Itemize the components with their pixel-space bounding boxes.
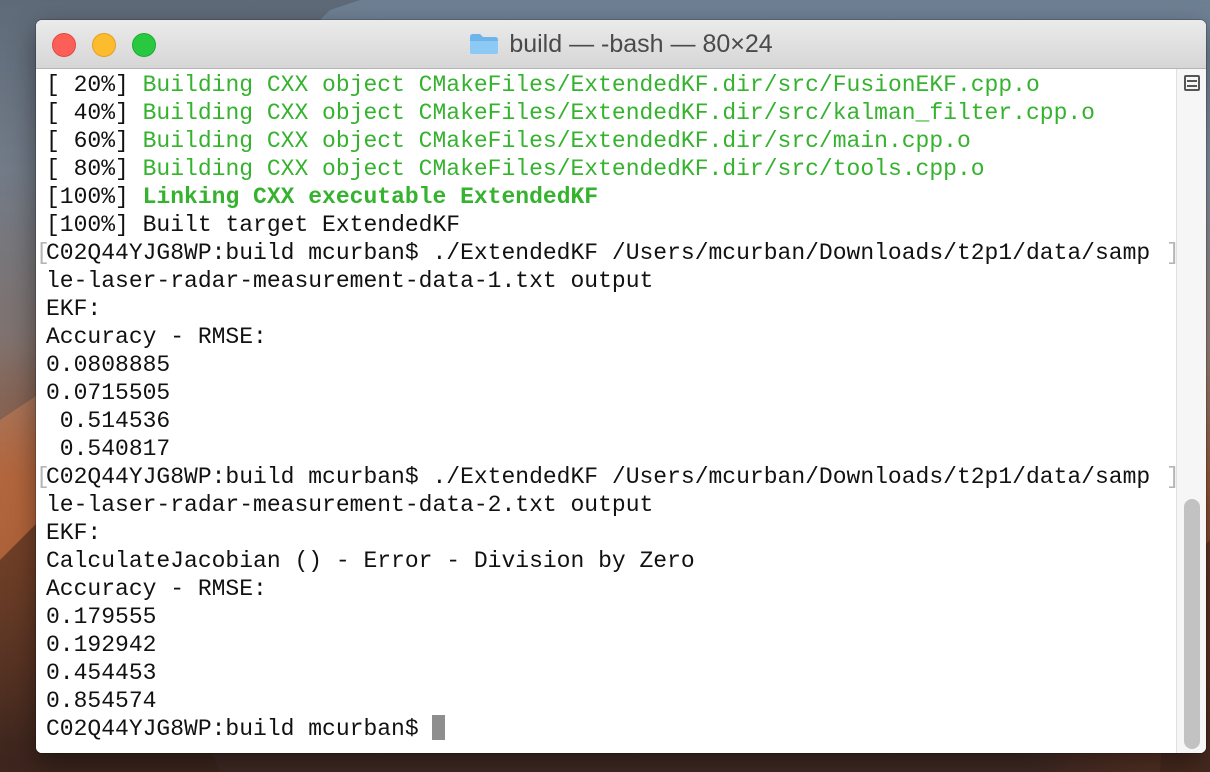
- line-text: C02Q44YJG8WP:build mcurban$: [46, 716, 433, 742]
- line-text: EKF:: [46, 520, 102, 546]
- line-text: 0.0808885: [46, 352, 171, 378]
- terminal-window: build — -bash — 80×24 [ 20%] Building CX…: [36, 20, 1206, 753]
- line-text: Building CXX object CMakeFiles/ExtendedK…: [142, 72, 1040, 98]
- terminal-line: EKF:: [46, 295, 101, 323]
- terminal-line: 0.454453: [46, 659, 156, 687]
- window-title: build — -bash — 80×24: [509, 29, 773, 58]
- folder-icon: [470, 34, 499, 54]
- terminal-line: [ 20%] Building CXX object CMakeFiles/Ex…: [46, 71, 1040, 99]
- progress-prefix: [ 80%]: [46, 156, 143, 182]
- scrollbar-thumb[interactable]: [1184, 499, 1200, 749]
- terminal-line: [ 60%] Building CXX object CMakeFiles/Ex…: [46, 127, 971, 155]
- terminal-line: Accuracy - RMSE:: [46, 323, 267, 351]
- terminal-line: CalculateJacobian () - Error - Division …: [46, 547, 695, 575]
- progress-prefix: [ 60%]: [46, 128, 143, 154]
- line-text: Accuracy - RMSE:: [46, 576, 267, 602]
- line-text: 0.192942: [46, 632, 157, 658]
- terminal-line: 0.0715505: [46, 379, 170, 407]
- line-text: 0.514536: [46, 408, 171, 434]
- line-text: 0.540817: [46, 436, 171, 462]
- line-text: 0.454453: [46, 660, 157, 686]
- title-bar[interactable]: build — -bash — 80×24: [36, 20, 1206, 69]
- terminal-line: C02Q44YJG8WP:build mcurban$: [46, 715, 446, 743]
- line-text: Building CXX object CMakeFiles/ExtendedK…: [142, 128, 971, 154]
- line-text: Building CXX object CMakeFiles/ExtendedK…: [142, 156, 985, 182]
- terminal-line: 0.179555: [46, 603, 156, 631]
- terminal-line: C02Q44YJG8WP:build mcurban$ ./ExtendedKF…: [46, 463, 1150, 491]
- line-text: Accuracy - RMSE:: [46, 324, 267, 350]
- line-text: EKF:: [46, 296, 102, 322]
- scrollbar[interactable]: [1176, 69, 1206, 753]
- window-title-group: build — -bash — 80×24: [36, 20, 1206, 68]
- line-text: le-laser-radar-measurement-data-1.txt ou…: [46, 268, 654, 294]
- terminal-output[interactable]: [ 20%] Building CXX object CMakeFiles/Ex…: [36, 69, 1176, 753]
- mark-bracket-right: ]: [1166, 239, 1176, 267]
- terminal-line: le-laser-radar-measurement-data-2.txt ou…: [46, 491, 653, 519]
- terminal-line: [100%] Built target ExtendedKF: [46, 211, 460, 239]
- split-pane-icon[interactable]: [1184, 75, 1200, 91]
- line-text: C02Q44YJG8WP:build mcurban$ ./ExtendedKF…: [46, 464, 1151, 490]
- terminal-line: 0.192942: [46, 631, 156, 659]
- terminal-line: Accuracy - RMSE:: [46, 575, 267, 603]
- terminal-line: [ 40%] Building CXX object CMakeFiles/Ex…: [46, 99, 1095, 127]
- line-text: le-laser-radar-measurement-data-2.txt ou…: [46, 492, 654, 518]
- mark-bracket-right: ]: [1166, 463, 1176, 491]
- text-cursor: [432, 715, 446, 740]
- terminal-line: EKF:: [46, 519, 101, 547]
- terminal-line: [ 80%] Building CXX object CMakeFiles/Ex…: [46, 155, 985, 183]
- line-text: CalculateJacobian () - Error - Division …: [46, 548, 695, 574]
- terminal-line: 0.0808885: [46, 351, 170, 379]
- progress-prefix: [100%]: [46, 184, 143, 210]
- line-text: C02Q44YJG8WP:build mcurban$ ./ExtendedKF…: [46, 240, 1151, 266]
- terminal-line: 0.540817: [46, 435, 170, 463]
- progress-prefix: [ 40%]: [46, 100, 143, 126]
- line-text: Linking CXX executable ExtendedKF: [142, 184, 599, 210]
- line-text: 0.854574: [46, 688, 157, 714]
- line-text: 0.179555: [46, 604, 157, 630]
- progress-prefix: [100%]: [46, 212, 143, 238]
- terminal-line: 0.854574: [46, 687, 156, 715]
- line-text: 0.0715505: [46, 380, 171, 406]
- line-text: Built target ExtendedKF: [142, 212, 461, 238]
- line-text: Building CXX object CMakeFiles/ExtendedK…: [142, 100, 1095, 126]
- terminal-line: [100%] Linking CXX executable ExtendedKF: [46, 183, 598, 211]
- terminal-line: 0.514536: [46, 407, 170, 435]
- progress-prefix: [ 20%]: [46, 72, 143, 98]
- terminal-line: le-laser-radar-measurement-data-1.txt ou…: [46, 267, 653, 295]
- terminal-line: C02Q44YJG8WP:build mcurban$ ./ExtendedKF…: [46, 239, 1150, 267]
